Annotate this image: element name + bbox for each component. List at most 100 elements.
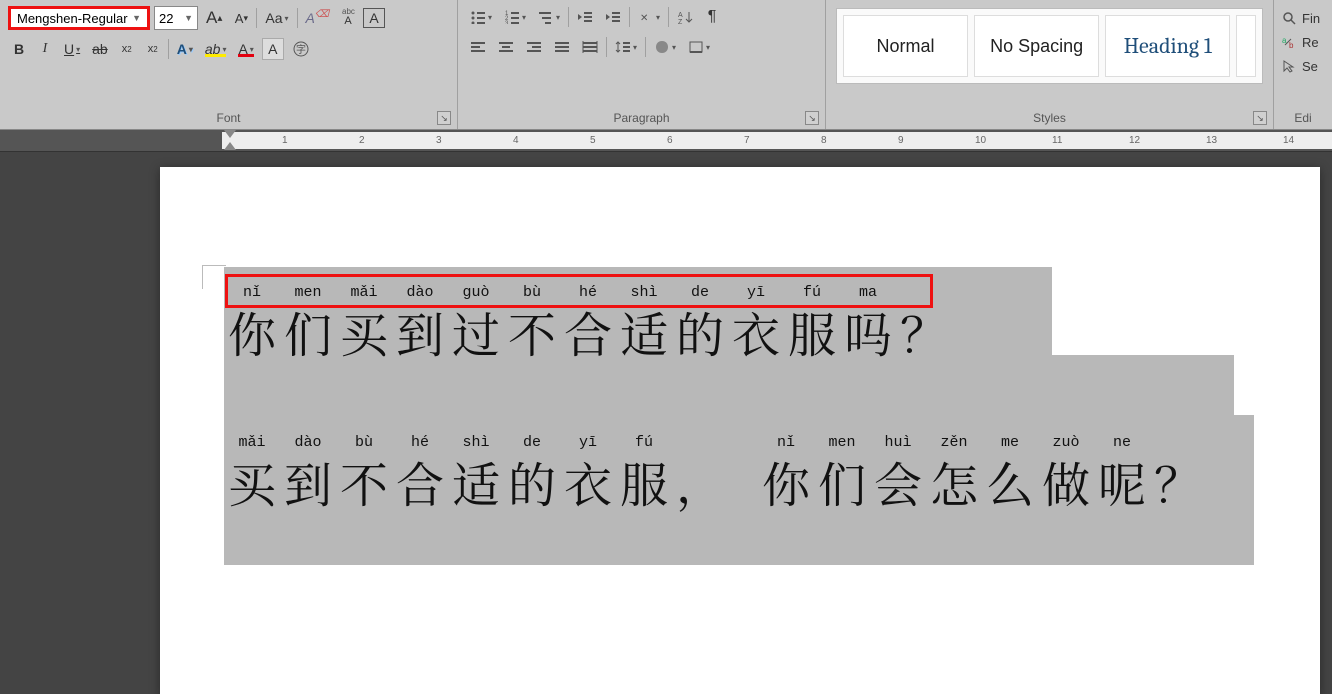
superscript-button[interactable]: x2 — [142, 38, 164, 60]
text-direction-button[interactable]: ✕▾ — [634, 6, 664, 28]
italic-button[interactable]: I — [34, 38, 56, 60]
clear-formatting-button[interactable]: A⌫ — [302, 7, 333, 29]
hanzi: 会 — [870, 456, 926, 509]
char-block: ne呢 — [1094, 456, 1150, 509]
char-block: bù不 — [336, 456, 392, 509]
page-content: nǐ你men们mǎi买dào到guò过bù不hé合shì适de的yī衣fú服ma… — [224, 271, 1332, 509]
style-overflow[interactable] — [1236, 15, 1256, 77]
text-effects-button[interactable]: A▾ — [173, 38, 197, 60]
align-center-button[interactable] — [494, 36, 518, 58]
style-normal[interactable]: Normal — [843, 15, 968, 77]
hanzi: 合 — [560, 306, 616, 359]
hanzi: 衣 — [728, 306, 784, 359]
char-block: guò过 — [448, 306, 504, 359]
hanzi: 买 — [336, 306, 392, 359]
char-block: zěn怎 — [926, 456, 982, 509]
hanzi: 么 — [982, 456, 1038, 509]
char-border-button[interactable]: A — [363, 8, 385, 28]
char-block: hé合 — [560, 306, 616, 359]
decrease-indent-button[interactable] — [573, 6, 597, 28]
show-marks-button[interactable]: ¶ — [701, 6, 723, 28]
editing-group-label: Edi — [1294, 111, 1311, 125]
font-dialog-launcher[interactable]: ↘ — [437, 111, 451, 125]
search-icon — [1282, 11, 1296, 25]
editing-group: Fin ab Re Se Edi — [1274, 0, 1332, 129]
enclose-char-button[interactable]: 字 — [288, 38, 314, 60]
strikethrough-button[interactable]: ab — [88, 38, 112, 60]
align-left-button[interactable] — [466, 36, 490, 58]
horizontal-ruler[interactable]: 1234567891011121314 — [0, 130, 1332, 152]
line-spacing-button[interactable]: ▾ — [611, 36, 641, 58]
char-block: shì适 — [448, 456, 504, 509]
distribute-button[interactable] — [578, 36, 602, 58]
hanzi: 合 — [392, 456, 448, 509]
bullets-button[interactable]: ▾ — [466, 6, 496, 28]
char-block: yī衣 — [728, 306, 784, 359]
text-line[interactable]: mǎi买dào到bù不hé合shì适de的yī衣fú服，nǐ你men们huì会z… — [224, 421, 1332, 509]
ruler-number: 3 — [436, 135, 442, 146]
styles-group-label: Styles — [1033, 111, 1066, 125]
punctuation: ？ — [1150, 456, 1206, 509]
styles-dialog-launcher[interactable]: ↘ — [1253, 111, 1267, 125]
ruler-number: 13 — [1206, 135, 1217, 146]
hanzi: 们 — [814, 456, 870, 509]
justify-button[interactable] — [550, 36, 574, 58]
chevron-down-icon: ▼ — [132, 13, 141, 23]
phonetic-guide-button[interactable]: abc A — [337, 7, 359, 29]
char-block: yī衣 — [560, 456, 616, 509]
char-block: ma吗 — [840, 306, 896, 359]
hanzi: 到 — [392, 306, 448, 359]
svg-text:Z: Z — [678, 19, 683, 24]
svg-text:3: 3 — [505, 21, 509, 24]
style-heading1[interactable]: Heading 1 — [1105, 15, 1230, 77]
indent-marker[interactable] — [224, 130, 236, 150]
punctuation: ？ — [896, 306, 952, 359]
char-shading-button[interactable]: A — [262, 38, 284, 60]
char-block: fú服 — [616, 456, 672, 509]
font-name-combo[interactable]: Mengshen-Regular ▼ — [8, 6, 150, 30]
char-block: mǎi买 — [336, 306, 392, 359]
select-button[interactable]: Se — [1282, 54, 1324, 78]
char-block: dào到 — [392, 306, 448, 359]
hanzi: 买 — [224, 456, 280, 509]
text-line[interactable]: nǐ你men们mǎi买dào到guò过bù不hé合shì适de的yī衣fú服ma… — [224, 271, 1332, 359]
char-block: shì适 — [616, 306, 672, 359]
styles-group: Normal No Spacing Heading 1 Styles ↘ — [826, 0, 1274, 129]
chevron-down-icon: ▼ — [184, 13, 193, 23]
sort-button[interactable]: AZ — [673, 6, 697, 28]
font-size-combo[interactable]: 22 ▼ — [154, 6, 198, 30]
cursor-icon — [1282, 59, 1296, 73]
highlight-button[interactable]: ab▾ — [201, 38, 231, 60]
numbering-button[interactable]: 123▾ — [500, 6, 530, 28]
ruler-number: 6 — [667, 135, 673, 146]
shading-button[interactable]: ▾ — [650, 36, 680, 58]
subscript-button[interactable]: x2 — [116, 38, 138, 60]
style-nospacing[interactable]: No Spacing — [974, 15, 1099, 77]
change-case-button[interactable]: Aa▾ — [261, 7, 292, 29]
hanzi: 的 — [504, 456, 560, 509]
char-block: de的 — [504, 456, 560, 509]
paragraph-dialog-launcher[interactable]: ↘ — [805, 111, 819, 125]
styles-gallery[interactable]: Normal No Spacing Heading 1 — [836, 8, 1263, 84]
shrink-font-button[interactable]: A▾ — [230, 7, 252, 29]
font-color-button[interactable]: A▾ — [234, 38, 257, 60]
replace-button[interactable]: ab Re — [1282, 30, 1324, 54]
increase-indent-button[interactable] — [601, 6, 625, 28]
punctuation: ， — [672, 456, 728, 509]
underline-button[interactable]: U▾ — [60, 38, 84, 60]
char-block: de的 — [672, 306, 728, 359]
align-right-button[interactable] — [522, 36, 546, 58]
bold-button[interactable]: B — [8, 38, 30, 60]
borders-button[interactable]: ▾ — [684, 36, 714, 58]
hanzi: 吗 — [840, 306, 896, 359]
char-block: nǐ你 — [758, 456, 814, 509]
page[interactable]: nǐ你men们mǎi买dào到guò过bù不hé合shì适de的yī衣fú服ma… — [160, 167, 1320, 694]
char-block: men们 — [280, 306, 336, 359]
hanzi: 服 — [784, 306, 840, 359]
multilevel-list-button[interactable]: ▾ — [534, 6, 564, 28]
font-name-value: Mengshen-Regular — [17, 11, 128, 26]
hanzi: 你 — [224, 306, 280, 359]
grow-font-button[interactable]: A▴ — [202, 7, 226, 29]
char-block: bù不 — [504, 306, 560, 359]
find-button[interactable]: Fin — [1282, 6, 1324, 30]
